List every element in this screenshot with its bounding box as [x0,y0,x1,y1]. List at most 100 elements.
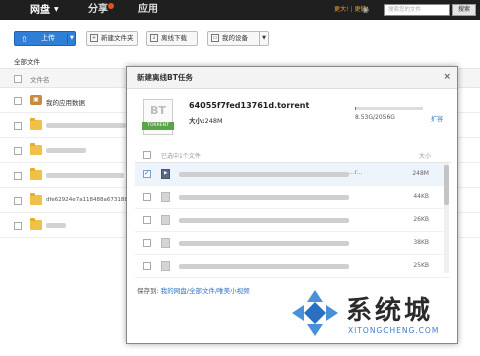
offline-download-button[interactable]: ↓ 离线下载 [146,31,198,46]
blurred-file-name[interactable] [46,173,124,178]
torrent-file-icon: BT TORRENT [142,99,174,135]
blurred-file-name[interactable] [46,148,86,153]
search-input[interactable]: 搜索您的文件 [384,4,450,16]
torrent-file-row[interactable]: 25KB [135,255,449,278]
column-filename[interactable]: 文件名 [30,74,50,84]
promo-link-bigger[interactable]: 更大! [334,6,348,13]
new-folder-button[interactable]: + 新建文件夹 [86,31,138,46]
torrent-badge: TORRENT [142,122,174,130]
row-checkbox[interactable] [14,222,22,230]
expand-storage-link[interactable]: 扩容 [431,114,443,123]
blurred-file-name [179,264,349,269]
top-navigation-bar: 网盘 ▼ 分享 应用 更大! | 更快! ◉ 搜索您的文件 搜索 [0,0,480,20]
folder-icon [30,118,42,130]
device-icon: ▭ [211,34,219,42]
file-size: 25KB [413,262,429,269]
close-icon[interactable]: × [443,72,451,82]
download-icon: ↓ [150,34,158,42]
nav-tab-apps-label: 应用 [138,4,158,15]
watermark: 系统城 XITONGCHENG.COM [290,286,480,356]
my-devices-label: 我的设备 [222,34,248,42]
file-size: 248M [412,170,429,177]
my-devices-button[interactable]: ▭ 我的设备 ▼ [207,31,269,46]
nav-tab-share[interactable]: 分享 [88,0,114,20]
nav-tab-disk-label: 网盘 [30,5,50,16]
select-all-checkbox[interactable] [14,75,22,83]
nav-tab-disk[interactable]: 网盘 ▼ [30,0,59,20]
offline-download-label: 离线下载 [161,34,187,42]
video-file-icon [161,169,170,179]
app-data-icon: ▣ [30,95,42,105]
file-size: 38KB [413,239,429,246]
torrent-file-row[interactable]: 26KB [135,209,449,232]
file-size: 44KB [413,193,429,200]
upload-icon: ⇧ [21,35,28,44]
chevron-down-icon: ▼ [54,6,59,13]
bell-icon[interactable]: ◉ [362,5,371,14]
size-key: 大小: [189,117,205,125]
file-icon [161,192,170,202]
size-column-header: 大小 [418,153,431,160]
row-checkbox[interactable] [14,172,22,180]
file-checkbox[interactable] [143,239,151,247]
watermark-logo-icon [292,290,338,336]
dialog-title-bar[interactable]: 新建离线BT任务 × [127,67,457,89]
chevron-down-icon[interactable]: ▼ [259,32,266,45]
file-name-tail: ...r... [349,169,363,176]
divider [67,34,68,44]
torrent-file-row[interactable]: 38KB [135,232,449,255]
file-list-scrollbar[interactable] [444,163,449,273]
nav-tab-apps[interactable]: 应用 [138,0,158,20]
watermark-url: XITONGCHENG.COM [348,326,440,335]
new-folder-icon: + [90,34,98,42]
scrollbar-thumb[interactable] [444,165,449,205]
dialog-title: 新建离线BT任务 [137,73,193,82]
upload-button[interactable]: ⇧ 上传 ▼ [14,31,76,46]
torrent-file-row[interactable]: ...r... 248M [135,163,449,186]
blurred-file-name [179,172,349,177]
breadcrumb[interactable]: 全部文件 [14,56,40,66]
file-icon [161,215,170,225]
file-icon [161,261,170,271]
file-name[interactable]: dfe62924e7a118488a673188 [46,197,128,203]
file-name[interactable]: 我的应用数据 [46,97,85,107]
row-checkbox[interactable] [14,197,22,205]
file-checkbox[interactable] [143,193,151,201]
row-checkbox[interactable] [14,122,22,130]
folder-icon [30,168,42,180]
select-all-files-checkbox[interactable] [143,151,151,159]
toolbar: ⇧ 上传 ▼ + 新建文件夹 ↓ 离线下载 ▭ 我的设备 ▼ [0,28,480,48]
file-checkbox[interactable] [143,216,151,224]
storage-quota-text: 8.53G/2056G [355,114,395,121]
save-destination: 保存到: 我的网盘/全部文件/唯美小视频 [137,285,250,295]
chevron-down-icon[interactable]: ▼ [70,32,74,45]
new-folder-label: 新建文件夹 [101,34,134,42]
size-value: 248M [204,117,223,125]
file-checkbox[interactable] [143,169,151,178]
folder-icon [30,193,42,205]
folder-icon [30,143,42,155]
nav-tab-share-label: 分享 [88,4,108,15]
selected-count: 已选中1个文件 [161,153,201,160]
torrent-file-row[interactable]: 44KB [135,186,449,209]
save-label: 保存到: [137,287,159,295]
save-path-link[interactable]: 我的网盘/全部文件/唯美小视频 [161,287,250,295]
blurred-file-name [179,195,349,200]
row-checkbox[interactable] [14,147,22,155]
blurred-file-name[interactable] [46,223,66,228]
file-checkbox[interactable] [143,262,151,270]
blurred-file-name [179,241,349,246]
notification-badge [108,3,114,9]
row-checkbox[interactable] [14,97,22,105]
upload-button-label: 上传 [41,34,55,42]
search-button[interactable]: 搜索 [452,4,476,16]
bt-icon-text: BT [150,104,166,117]
file-selection-header: 已选中1个文件 大小 [135,147,451,163]
storage-quota-fill [355,107,357,110]
file-size: 26KB [413,216,429,223]
storage-quota-bar [355,107,423,110]
torrent-size: 大小:248M [189,115,223,125]
watermark-title: 系统城 [346,296,434,326]
torrent-name: 64055f7fed13761d.torrent [189,101,310,110]
blurred-file-name[interactable] [46,123,126,128]
